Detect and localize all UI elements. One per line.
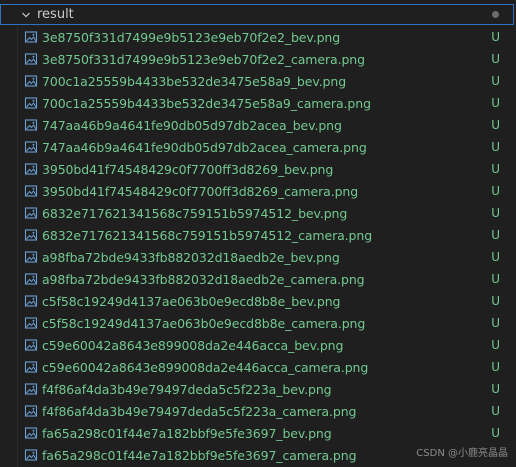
image-file-icon [24, 426, 38, 440]
git-status-badge: U [491, 426, 500, 440]
file-item[interactable]: 3950bd41f74548429c0f7700ff3d8269_camera.… [0, 180, 516, 202]
watermark: CSDN @小鹿亮晶晶 [416, 448, 508, 459]
file-name: 3e8750f331d7499e9b5123e9eb70f2e2_bev.png [42, 29, 341, 45]
file-list: 3e8750f331d7499e9b5123e9eb70f2e2_bev.png… [0, 26, 516, 466]
file-name: 700c1a25559b4433be532de3475e58a9_camera.… [42, 95, 371, 111]
image-file-icon [24, 250, 38, 264]
file-item[interactable]: 3950bd41f74548429c0f7700ff3d8269_bev.png… [0, 158, 516, 180]
git-status-badge: U [491, 52, 500, 66]
explorer-panel: result 3e8750f331d7499e9b5123e9eb70f2e2_… [0, 0, 516, 467]
image-file-icon [24, 140, 38, 154]
file-item[interactable]: 6832e717621341568c759151b5974512_bev.png… [0, 202, 516, 224]
git-status-badge: U [491, 404, 500, 418]
git-status-badge: U [491, 206, 500, 220]
file-name: 747aa46b9a4641fe90db05d97db2acea_bev.png [42, 117, 342, 133]
image-file-icon [24, 118, 38, 132]
git-status-badge: U [491, 118, 500, 132]
chevron-down-icon[interactable] [21, 10, 31, 20]
git-status-badge: U [491, 96, 500, 110]
git-status-badge: U [491, 272, 500, 286]
git-status-badge: U [491, 250, 500, 264]
image-file-icon [24, 360, 38, 374]
git-status-badge: U [491, 338, 500, 352]
git-status-badge: U [491, 228, 500, 242]
file-item[interactable]: fa65a298c01f44e7a182bbf9e5fe3697_bev.png… [0, 422, 516, 444]
folder-result[interactable]: result [0, 4, 514, 25]
git-status-badge: U [491, 30, 500, 44]
image-file-icon [24, 228, 38, 242]
file-item[interactable]: c5f58c19249d4137ae063b0e9ecd8b8e_camera.… [0, 312, 516, 334]
file-name: a98fba72bde9433fb882032d18aedb2e_bev.png [42, 249, 340, 265]
file-item[interactable]: 747aa46b9a4641fe90db05d97db2acea_bev.png… [0, 114, 516, 136]
file-name: 747aa46b9a4641fe90db05d97db2acea_camera.… [42, 139, 367, 155]
image-file-icon [24, 74, 38, 88]
file-name: fa65a298c01f44e7a182bbf9e5fe3697_bev.png [42, 425, 332, 441]
file-name: 3950bd41f74548429c0f7700ff3d8269_bev.png [42, 161, 334, 177]
git-status-badge: U [491, 294, 500, 308]
file-item[interactable]: 3e8750f331d7499e9b5123e9eb70f2e2_bev.png… [0, 26, 516, 48]
image-file-icon [24, 316, 38, 330]
image-file-icon [24, 162, 38, 176]
file-name: 6832e717621341568c759151b5974512_camera.… [42, 227, 373, 243]
image-file-icon [24, 382, 38, 396]
git-status-badge: U [491, 382, 500, 396]
file-name: f4f86af4da3b49e79497deda5c5f223a_bev.png [42, 381, 332, 397]
file-name: 3e8750f331d7499e9b5123e9eb70f2e2_camera.… [42, 51, 365, 67]
file-item[interactable]: a98fba72bde9433fb882032d18aedb2e_bev.png… [0, 246, 516, 268]
folder-status-dot [492, 11, 499, 18]
git-status-badge: U [491, 360, 500, 374]
image-file-icon [24, 294, 38, 308]
image-file-icon [24, 96, 38, 110]
file-name: c5f58c19249d4137ae063b0e9ecd8b8e_camera.… [42, 315, 366, 331]
folder-name: result [37, 7, 74, 22]
file-item[interactable]: 747aa46b9a4641fe90db05d97db2acea_camera.… [0, 136, 516, 158]
file-item[interactable]: c59e60042a8643e899008da2e446acca_bev.png… [0, 334, 516, 356]
file-item[interactable]: 3e8750f331d7499e9b5123e9eb70f2e2_camera.… [0, 48, 516, 70]
file-name: c5f58c19249d4137ae063b0e9ecd8b8e_bev.png [42, 293, 341, 309]
file-item[interactable]: a98fba72bde9433fb882032d18aedb2e_camera.… [0, 268, 516, 290]
file-name: 700c1a25559b4433be532de3475e58a9_bev.png [42, 73, 347, 89]
file-name: c59e60042a8643e899008da2e446acca_bev.png [42, 337, 344, 353]
file-name: c59e60042a8643e899008da2e446acca_camera.… [42, 359, 369, 375]
file-name: f4f86af4da3b49e79497deda5c5f223a_camera.… [42, 403, 357, 419]
git-status-badge: U [491, 162, 500, 176]
file-name: a98fba72bde9433fb882032d18aedb2e_camera.… [42, 271, 365, 287]
file-name: 3950bd41f74548429c0f7700ff3d8269_camera.… [42, 183, 359, 199]
image-file-icon [24, 184, 38, 198]
file-item[interactable]: f4f86af4da3b49e79497deda5c5f223a_bev.png… [0, 378, 516, 400]
file-item[interactable]: 6832e717621341568c759151b5974512_camera.… [0, 224, 516, 246]
file-item[interactable]: 700c1a25559b4433be532de3475e58a9_bev.png… [0, 70, 516, 92]
image-file-icon [24, 30, 38, 44]
git-status-badge: U [491, 184, 500, 198]
git-status-badge: U [491, 316, 500, 330]
image-file-icon [24, 404, 38, 418]
image-file-icon [24, 272, 38, 286]
file-item[interactable]: c5f58c19249d4137ae063b0e9ecd8b8e_bev.png… [0, 290, 516, 312]
file-item[interactable]: f4f86af4da3b49e79497deda5c5f223a_camera.… [0, 400, 516, 422]
image-file-icon [24, 206, 38, 220]
image-file-icon [24, 338, 38, 352]
image-file-icon [24, 52, 38, 66]
image-file-icon [24, 448, 38, 462]
file-item[interactable]: 700c1a25559b4433be532de3475e58a9_camera.… [0, 92, 516, 114]
git-status-badge: U [491, 140, 500, 154]
git-status-badge: U [491, 74, 500, 88]
file-item[interactable]: c59e60042a8643e899008da2e446acca_camera.… [0, 356, 516, 378]
file-name: 6832e717621341568c759151b5974512_bev.png [42, 205, 348, 221]
file-name: fa65a298c01f44e7a182bbf9e5fe3697_camera.… [42, 447, 357, 463]
